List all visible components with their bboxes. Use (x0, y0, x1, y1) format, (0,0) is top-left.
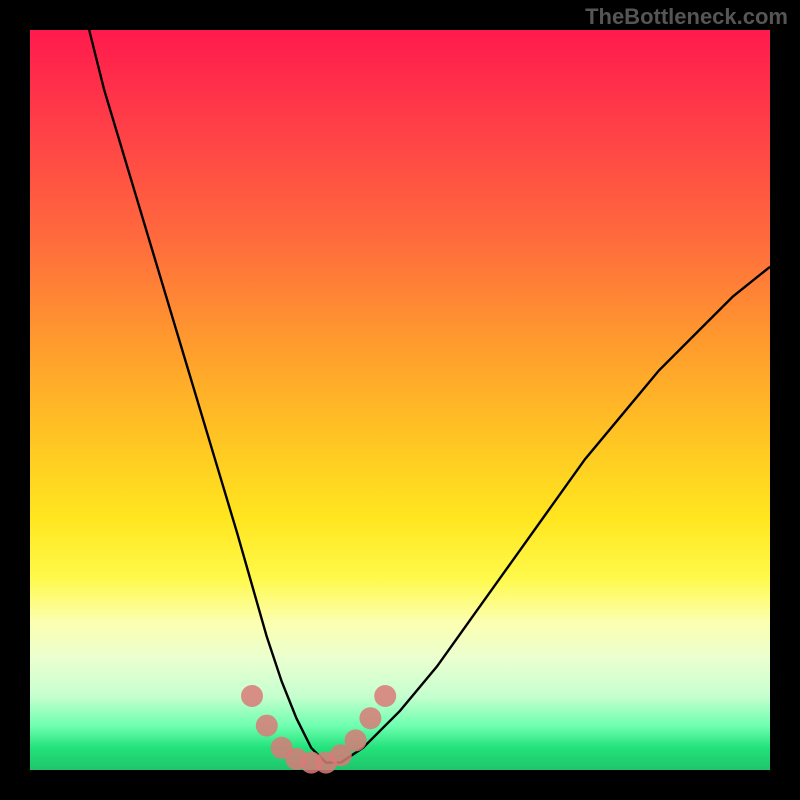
highlight-marker (241, 685, 263, 707)
highlight-marker (359, 707, 381, 729)
plot-area (30, 30, 770, 770)
chart-svg (30, 30, 770, 770)
bottleneck-curve (89, 30, 770, 763)
highlight-marker (256, 715, 278, 737)
highlight-marker (345, 729, 367, 751)
chart-frame: TheBottleneck.com (0, 0, 800, 800)
marker-group (241, 685, 396, 774)
watermark-text: TheBottleneck.com (585, 4, 788, 30)
highlight-marker (374, 685, 396, 707)
